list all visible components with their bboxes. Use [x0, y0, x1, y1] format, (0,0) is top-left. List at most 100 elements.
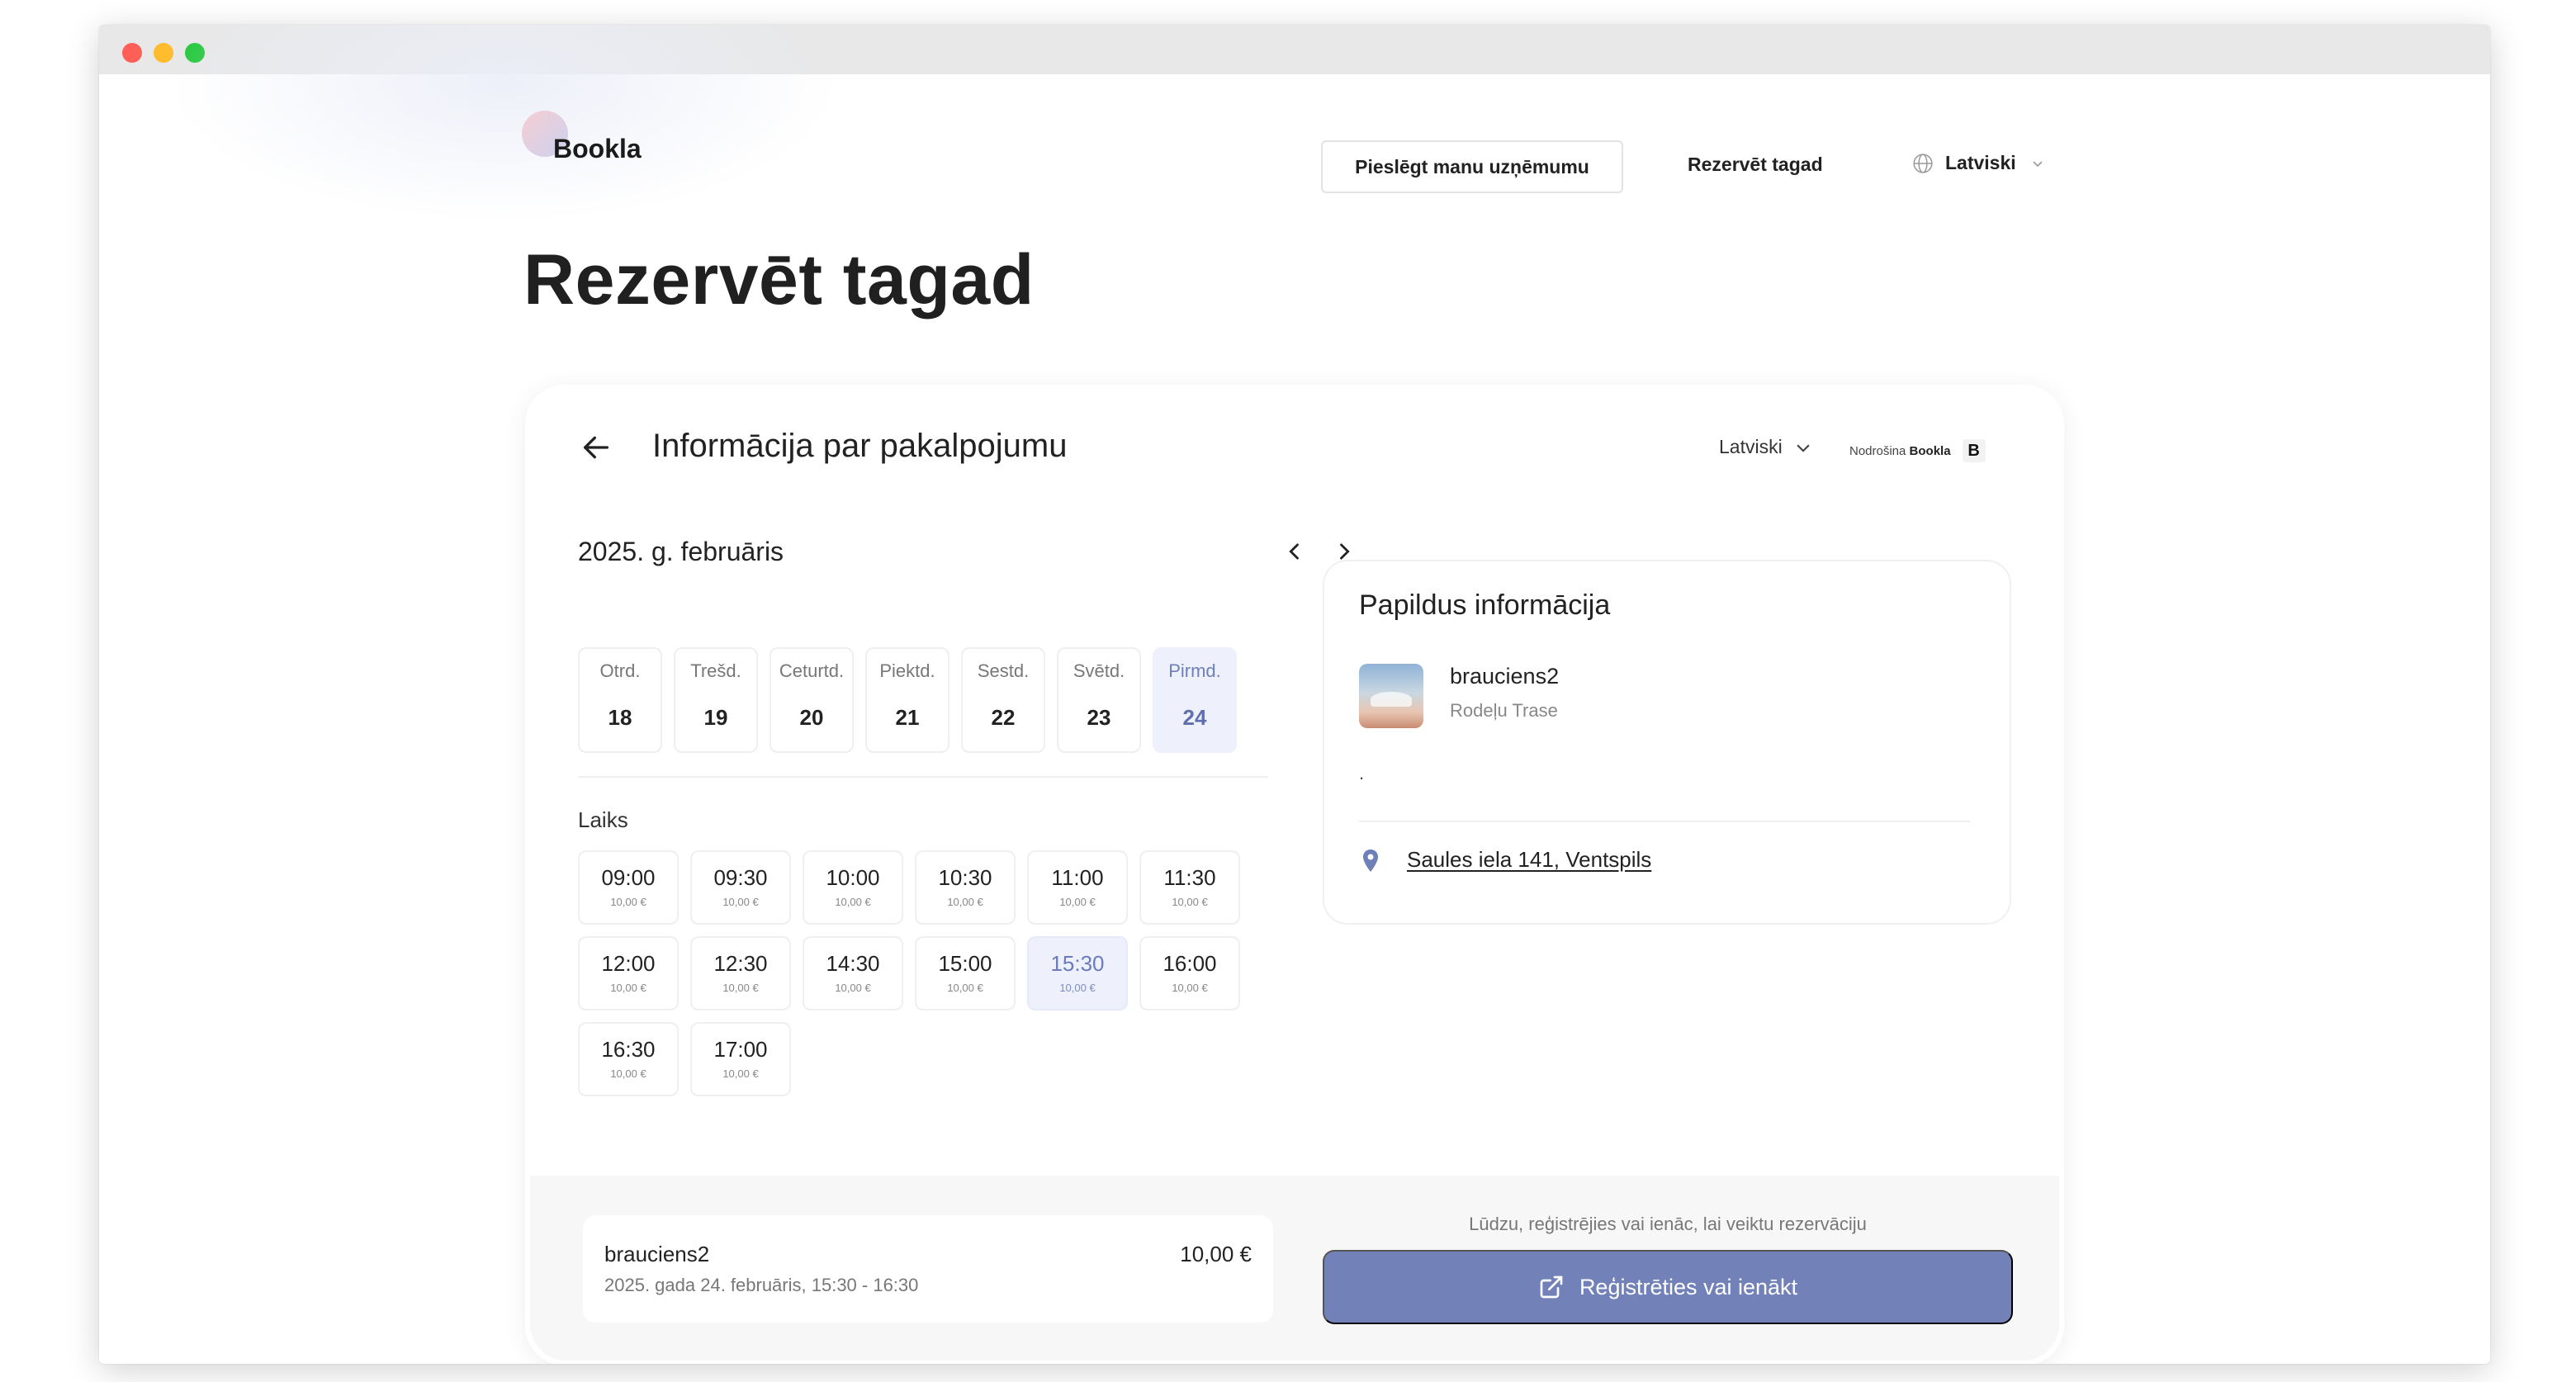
time-slot-price: 10,00 € [835, 982, 871, 994]
booking-footer: brauciens2 2025. gada 24. februāris, 15:… [530, 1176, 2059, 1361]
close-window-button[interactable] [122, 43, 142, 63]
logo-text: Bookla [553, 134, 642, 163]
time-slot[interactable]: 16:30 10,00 € [578, 1022, 679, 1096]
time-slot-price: 10,00 € [1059, 896, 1096, 908]
calendar-day[interactable]: Trešd. 19 [674, 647, 758, 753]
summary-price: 10,00 € [1180, 1242, 1252, 1266]
address-link[interactable]: Saules iela 141, Ventspils [1407, 847, 1651, 873]
time-slots: 09:00 10,00 €09:30 10,00 €10:00 10,00 €10:3… [578, 850, 1255, 1096]
calendar-day-name: Ceturtd. [779, 660, 845, 681]
time-slot[interactable]: 15:30 10,00 € [1027, 936, 1128, 1010]
chevron-left-icon[interactable] [1283, 540, 1306, 563]
summary-service-name: brauciens2 [604, 1242, 710, 1266]
login-hint: Lūdzu, reģistrējies vai ienāc, lai veikt… [1469, 1214, 1867, 1234]
calendar-day-date: 20 [799, 705, 824, 730]
time-slot-price: 10,00 € [947, 982, 983, 994]
time-slot[interactable]: 09:00 10,00 € [578, 850, 679, 925]
bookla-badge: B [1962, 439, 1986, 462]
time-slot-time: 12:00 [601, 951, 656, 976]
time-slot-price: 10,00 € [722, 896, 759, 908]
time-slot[interactable]: 14:30 10,00 € [803, 936, 903, 1010]
logo[interactable]: Bookla [522, 111, 642, 168]
calendar-day-name: Pirmd. [1168, 660, 1221, 681]
time-slot-time: 10:30 [938, 865, 992, 890]
time-slot-price: 10,00 € [610, 982, 646, 994]
service-name: brauciens2 [1450, 664, 1560, 689]
calendar-day[interactable]: Ceturtd. 20 [769, 647, 854, 753]
location-pin-icon [1363, 850, 1378, 872]
page-content: Bookla Pieslēgt manu uzņēmumu Rezervēt t… [99, 25, 2490, 1364]
calendar-day[interactable]: Otrd. 18 [578, 647, 662, 753]
time-slot[interactable]: 12:30 10,00 € [690, 936, 791, 1010]
time-slot-time: 15:30 [1050, 951, 1105, 976]
chevron-down-icon [2033, 160, 2043, 167]
booking-summary: brauciens2 2025. gada 24. februāris, 15:… [583, 1215, 1273, 1323]
time-slot-price: 10,00 € [722, 1067, 759, 1080]
service-description: . [1359, 763, 1365, 783]
time-slot[interactable]: 12:00 10,00 € [578, 936, 679, 1010]
header-language-label: Latviski [1945, 152, 2016, 173]
browser-window: Bookla Pieslēgt manu uzņēmumu Rezervēt t… [99, 25, 2490, 1364]
external-link-icon [1540, 1276, 1563, 1299]
powered-by[interactable]: Nodrošina Bookla B [1849, 439, 1986, 462]
time-slot-price: 10,00 € [835, 896, 871, 908]
time-slot[interactable]: 10:30 10,00 € [915, 850, 1016, 925]
time-slot[interactable]: 17:00 10,00 € [690, 1022, 791, 1096]
powered-by-prefix: Nodrošina [1849, 443, 1906, 458]
connect-business-button[interactable]: Pieslēgt manu uzņēmumu [1321, 140, 1623, 193]
time-slot-price: 10,00 € [1059, 982, 1096, 994]
time-slot-price: 10,00 € [610, 1067, 646, 1080]
calendar-days: Otrd. 18 Trešd. 19 Ceturtd. 20 Piektd. 21 Sestd.… [578, 647, 1237, 753]
service-thumbnail [1359, 664, 1423, 728]
time-slot-price: 10,00 € [1172, 896, 1208, 908]
calendar-month: 2025. g. februāris [578, 537, 784, 566]
time-slot-time: 10:00 [826, 865, 880, 890]
additional-info-title: Papildus informācija [1359, 589, 1611, 621]
time-slot-price: 10,00 € [947, 896, 983, 908]
time-slot[interactable]: 11:30 10,00 € [1139, 850, 1240, 925]
time-slot[interactable]: 15:00 10,00 € [915, 936, 1016, 1010]
time-slot-time: 12:30 [713, 951, 768, 976]
summary-date: 2025. gada 24. februāris, 15:30 - 16:30 [604, 1275, 919, 1295]
time-slot-time: 16:30 [601, 1037, 656, 1062]
calendar-day[interactable]: Pirmd. 24 [1153, 647, 1237, 753]
time-slot-time: 11:00 [1051, 865, 1104, 890]
calendar-day[interactable]: Svētd. 23 [1057, 647, 1141, 753]
card-title: Informācija par pakalpojumu [652, 428, 1068, 464]
service-subtitle: Rodeļu Trase [1450, 700, 1558, 721]
back-arrow-icon[interactable] [580, 431, 613, 464]
calendar-day-name: Trešd. [690, 660, 741, 681]
time-slot-price: 10,00 € [1172, 982, 1208, 994]
time-slot-time: 14:30 [826, 951, 880, 976]
header-language-select[interactable]: Latviski [1912, 152, 2044, 174]
calendar-divider [578, 776, 1268, 778]
time-slot[interactable]: 11:00 10,00 € [1027, 850, 1128, 925]
background-glow [165, 25, 842, 223]
calendar-day[interactable]: Piektd. 21 [865, 647, 949, 753]
card-language-select[interactable]: Latviski [1719, 436, 1812, 458]
page-title: Rezervēt tagad [523, 240, 1035, 319]
calendar-day-date: 22 [991, 705, 1016, 730]
time-slot-price: 10,00 € [610, 896, 646, 908]
calendar-day-name: Piektd. [879, 660, 935, 681]
time-slot-time: 09:00 [601, 865, 656, 890]
calendar-day-date: 23 [1087, 705, 1111, 730]
time-slot-time: 17:00 [713, 1037, 768, 1062]
calendar-day-date: 24 [1182, 705, 1207, 730]
calendar-day[interactable]: Sestd. 22 [961, 647, 1045, 753]
booking-card: Informācija par pakalpojumu Latviski Nod… [525, 385, 2064, 1364]
nav-reserve-link[interactable]: Rezervēt tagad [1688, 154, 1823, 176]
time-slot-price: 10,00 € [722, 982, 759, 994]
calendar-day-name: Otrd. [599, 660, 641, 681]
powered-by-brand: Bookla [1909, 443, 1951, 458]
calendar-day-date: 19 [703, 705, 728, 730]
time-slot[interactable]: 10:00 10,00 € [803, 850, 903, 925]
time-slot-time: 16:00 [1163, 951, 1217, 976]
time-slot[interactable]: 16:00 10,00 € [1139, 936, 1240, 1010]
time-slot[interactable]: 09:30 10,00 € [690, 850, 791, 925]
calendar-day-date: 21 [895, 705, 920, 730]
register-or-login-label: Reģistrēties vai ienākt [1579, 1274, 1798, 1299]
register-or-login-button[interactable]: Reģistrēties vai ienākt [1323, 1250, 2013, 1324]
calendar-day-name: Svētd. [1073, 660, 1125, 681]
time-slot-time: 09:30 [713, 865, 768, 890]
